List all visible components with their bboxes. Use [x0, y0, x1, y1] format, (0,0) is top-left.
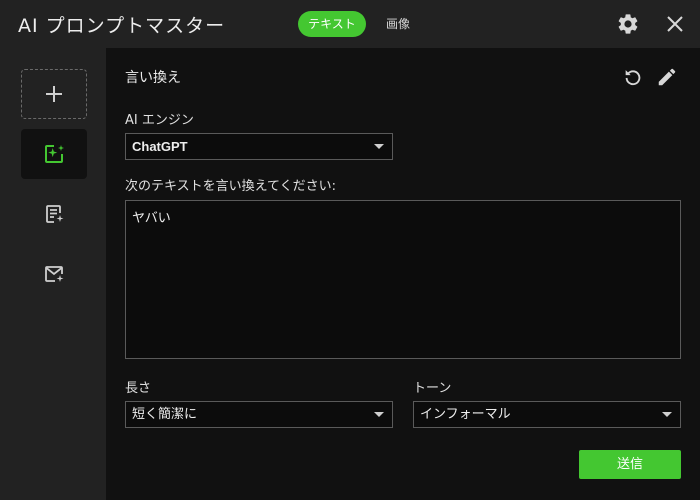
- chevron-down-icon: [374, 144, 384, 149]
- sidebar-item-document[interactable]: [21, 189, 87, 239]
- edit-icon[interactable]: [656, 66, 678, 88]
- sidebar-item-mail[interactable]: [21, 249, 87, 299]
- sidebar-item-add[interactable]: [21, 69, 87, 119]
- length-label: 長さ: [125, 381, 152, 396]
- prompt-textarea[interactable]: ヤバい: [125, 200, 681, 359]
- chevron-down-icon: [662, 412, 672, 417]
- tab-text[interactable]: テキスト: [298, 11, 366, 37]
- engine-select-value: ChatGPT: [132, 139, 188, 154]
- length-select[interactable]: 短く簡潔に: [125, 401, 393, 428]
- refresh-icon[interactable]: [622, 66, 644, 88]
- tab-image[interactable]: 画像: [378, 11, 418, 37]
- main-panel: 言い換え AI エンジン ChatGPT 次のテキストを言い換えてください: ヤ…: [106, 48, 700, 500]
- page-title: 言い換え: [125, 70, 181, 86]
- title-bar: AI プロンプトマスター テキスト 画像: [0, 0, 700, 48]
- tone-label: トーン: [413, 381, 452, 396]
- tone-select-value: インフォーマル: [420, 407, 511, 422]
- plus-icon: [46, 86, 62, 102]
- engine-select[interactable]: ChatGPT: [125, 133, 393, 160]
- sparkle-edit-icon: [45, 145, 64, 163]
- sidebar: [0, 48, 106, 500]
- prompt-label: 次のテキストを言い換えてください:: [125, 179, 336, 194]
- chevron-down-icon: [374, 412, 384, 417]
- mail-sparkle-icon: [45, 266, 64, 282]
- sidebar-item-rephrase[interactable]: [21, 129, 87, 179]
- length-select-value: 短く簡潔に: [132, 407, 198, 422]
- document-sparkle-icon: [46, 205, 64, 223]
- send-button[interactable]: 送信: [579, 450, 681, 479]
- app-title: AI プロンプトマスター: [18, 15, 226, 37]
- gear-icon[interactable]: [616, 12, 640, 36]
- engine-label: AI エンジン: [125, 113, 194, 128]
- close-icon[interactable]: [663, 12, 687, 36]
- tone-select[interactable]: インフォーマル: [413, 401, 681, 428]
